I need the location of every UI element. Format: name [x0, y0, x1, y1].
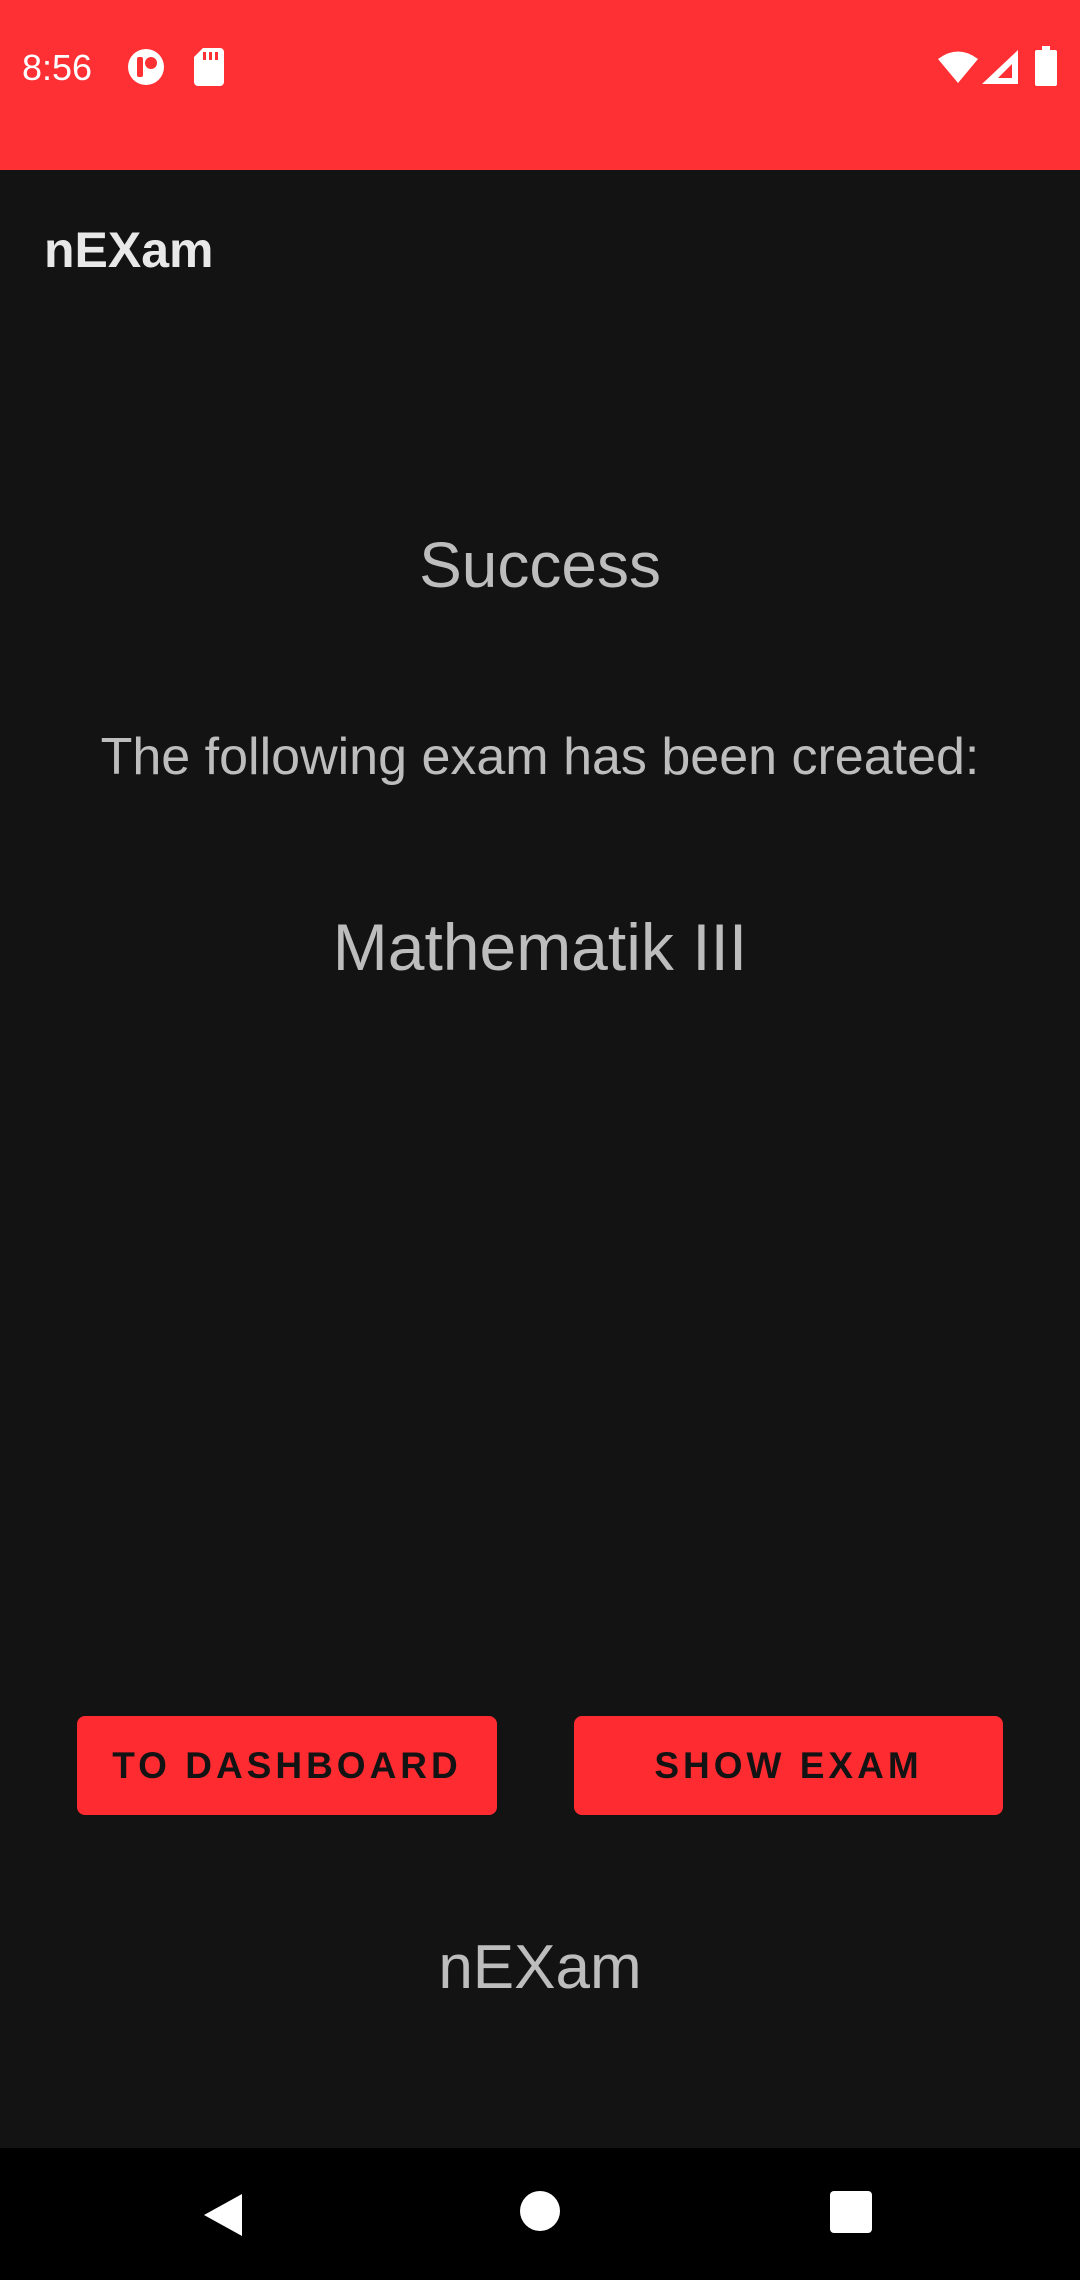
to-dashboard-button[interactable]: TO DASHBOARD: [77, 1716, 497, 1815]
app-title: nEXam: [44, 222, 214, 278]
success-title: Success: [419, 529, 661, 601]
success-message: The following exam has been created:: [100, 728, 980, 786]
status-bar: 8:56: [0, 0, 1080, 170]
navigation-bar: [0, 2148, 1080, 2280]
battery-icon: [1035, 46, 1057, 86]
footer-brand: nEXam: [438, 1933, 642, 2002]
wifi-icon: [938, 51, 978, 83]
app-bar: nEXam: [0, 170, 1080, 330]
sd-card-icon: [194, 48, 224, 86]
exam-name: Mathematik III: [332, 910, 748, 984]
status-time: 8:56: [22, 47, 93, 88]
cell-signal-icon: [982, 50, 1018, 84]
app-notification-icon: [128, 49, 164, 85]
screen: 8:56 nEXam Success The following exam ha…: [0, 0, 1080, 2280]
back-icon[interactable]: [200, 2190, 250, 2240]
show-exam-button[interactable]: SHOW EXAM: [574, 1716, 1003, 1815]
home-icon[interactable]: [519, 2190, 561, 2232]
recents-icon[interactable]: [829, 2190, 873, 2234]
